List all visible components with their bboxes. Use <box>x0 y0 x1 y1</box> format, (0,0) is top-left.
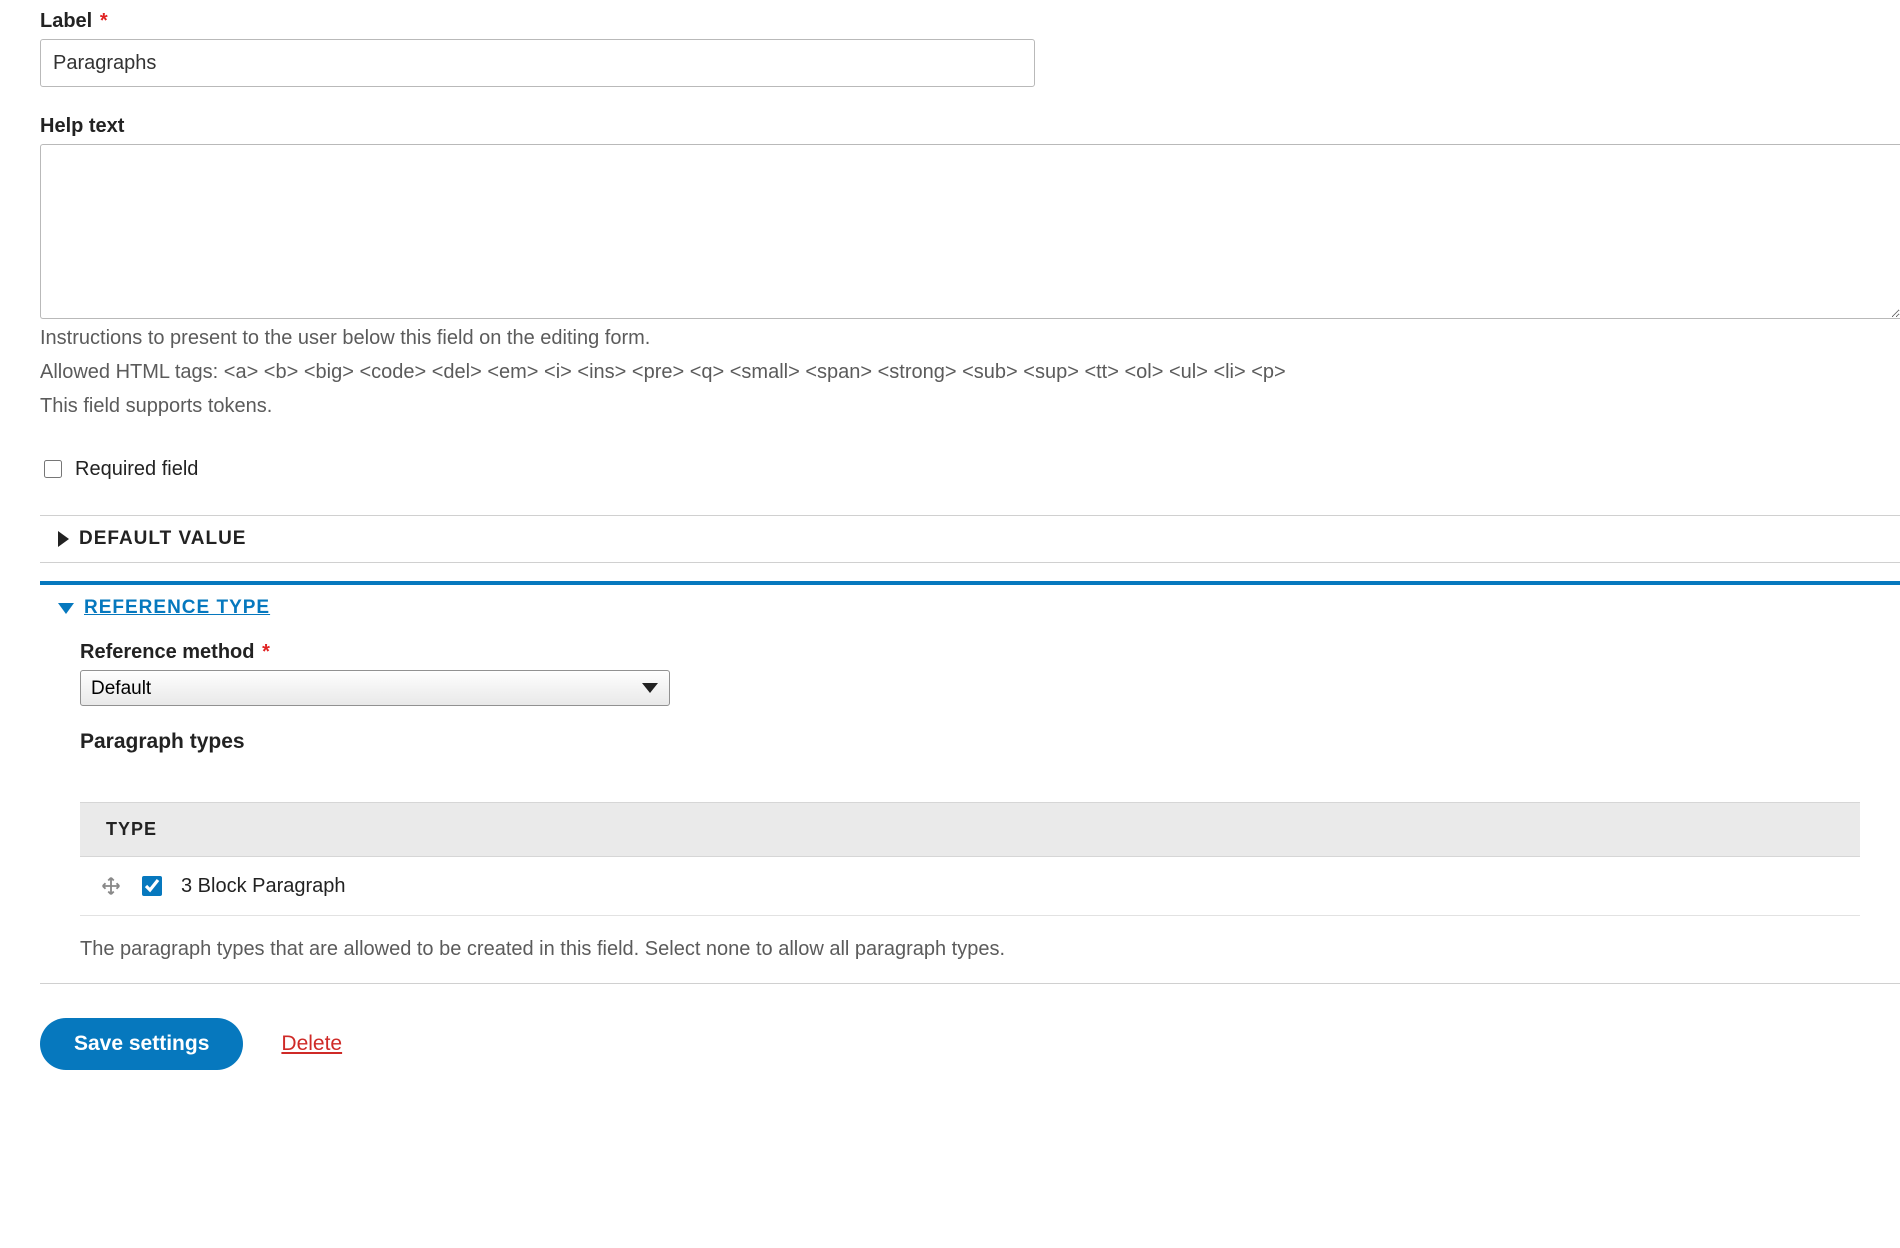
reference-method-select[interactable]: Default <box>80 670 670 706</box>
form-actions: Save settings Delete <box>40 1018 1900 1070</box>
help-text-group: Help text Instructions to present to the… <box>40 115 1900 421</box>
reference-method-select-wrap: Default <box>80 670 1860 706</box>
reference-method-label: Reference method * <box>80 641 1860 664</box>
label-field-label-text: Label <box>40 10 92 32</box>
help-text-label: Help text <box>40 115 1900 138</box>
save-button[interactable]: Save settings <box>40 1018 243 1070</box>
reference-type-body: Reference method * Default Paragraph typ… <box>40 631 1900 961</box>
default-value-panel: DEFAULT VALUE <box>40 515 1900 563</box>
default-value-title: DEFAULT VALUE <box>79 528 246 550</box>
required-star-icon: * <box>262 641 270 663</box>
help-text-desc-3: This field supports tokens. <box>40 391 1900 421</box>
reference-type-summary[interactable]: REFERENCE TYPE <box>40 585 1900 631</box>
reference-method-group: Reference method * Default <box>80 641 1860 706</box>
label-field-label: Label * <box>40 10 1900 33</box>
required-field-label: Required field <box>75 458 198 481</box>
drag-handle-icon[interactable] <box>100 875 122 897</box>
reference-type-panel: REFERENCE TYPE Reference method * Defaul… <box>40 581 1900 984</box>
paragraph-types-table: TYPE 3 Block Paragraph <box>80 802 1860 916</box>
help-text-desc-1: Instructions to present to the user belo… <box>40 323 1900 353</box>
paragraph-type-checkbox[interactable] <box>142 876 162 896</box>
required-field-checkbox[interactable] <box>44 460 62 478</box>
paragraph-types-header: TYPE <box>80 803 1860 857</box>
help-text-textarea[interactable] <box>40 144 1900 319</box>
label-field-group: Label * <box>40 10 1900 87</box>
table-row: 3 Block Paragraph <box>80 857 1860 915</box>
delete-link[interactable]: Delete <box>281 1032 342 1056</box>
default-value-summary[interactable]: DEFAULT VALUE <box>40 516 1900 562</box>
help-text-desc-2: Allowed HTML tags: <a> <b> <big> <code> … <box>40 357 1900 387</box>
reference-type-title: REFERENCE TYPE <box>84 597 270 619</box>
paragraph-type-label: 3 Block Paragraph <box>181 875 346 898</box>
chevron-right-icon <box>58 531 69 547</box>
paragraph-types-description: The paragraph types that are allowed to … <box>80 938 1860 961</box>
required-field-row: Required field <box>40 457 1900 481</box>
required-star-icon: * <box>100 10 108 32</box>
reference-method-label-text: Reference method <box>80 641 255 663</box>
chevron-down-icon <box>58 603 74 614</box>
label-input[interactable] <box>40 39 1035 87</box>
paragraph-types-heading: Paragraph types <box>80 730 1860 754</box>
